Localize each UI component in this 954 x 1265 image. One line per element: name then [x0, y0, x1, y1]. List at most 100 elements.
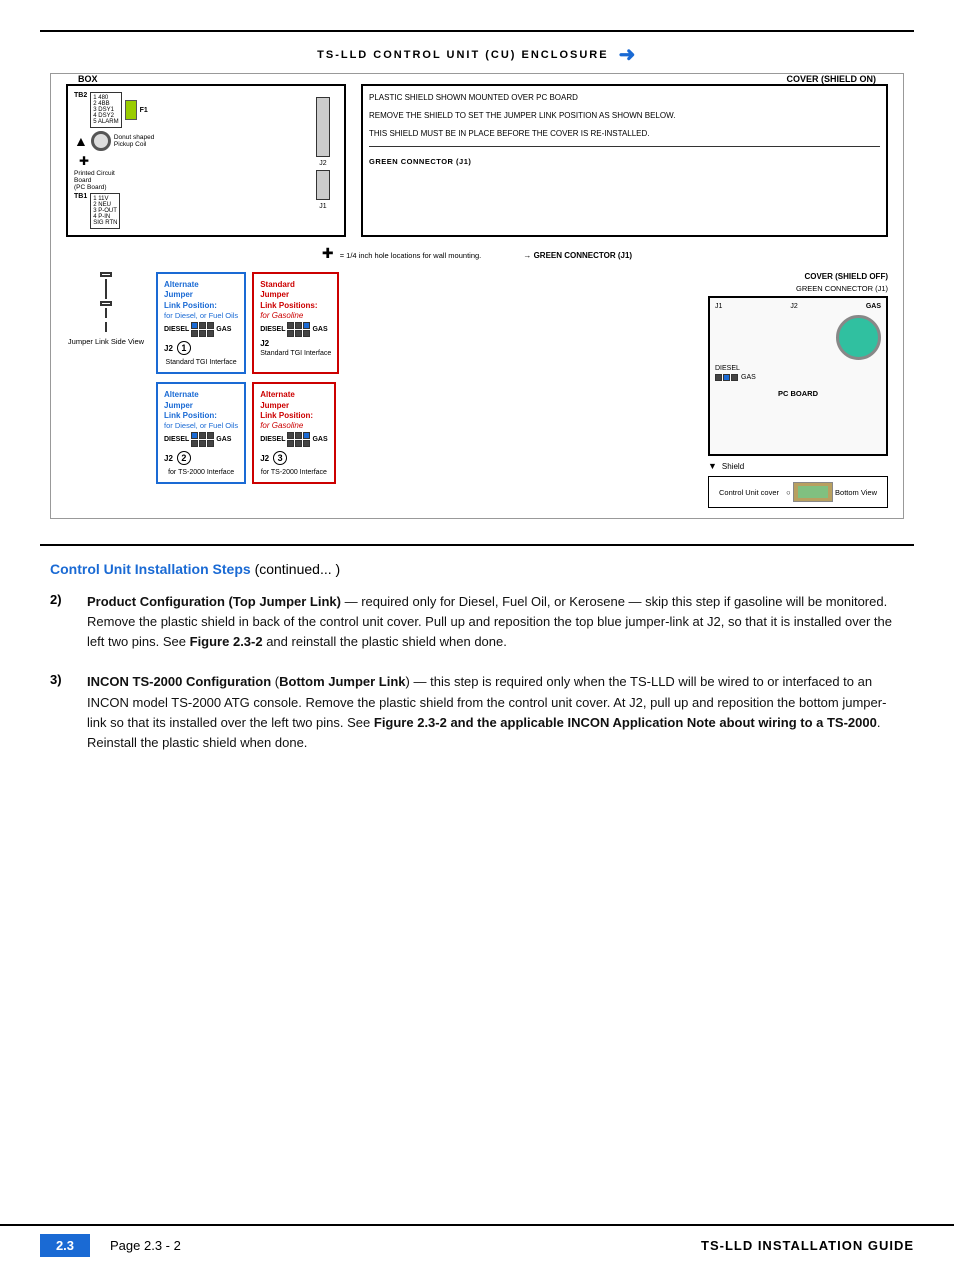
diagram-wrapper: TS-LLD CONTROL UNIT (CU) ENCLOSURE ➜ BOX… [40, 32, 914, 529]
pin [295, 330, 302, 337]
wall-mount-text: = 1/4 inch hole locations for wall mount… [340, 251, 482, 260]
pcb-gas: GAS [866, 303, 881, 310]
pin [199, 322, 206, 329]
pin [191, 432, 198, 439]
box-inner: TB2 1 480 2 4BB 3 DSY1 4 DSY2 5 ALARM [74, 92, 338, 229]
pin [199, 330, 206, 337]
group3-j2-row: J2 2 [164, 449, 238, 467]
ctrl-cover-label: Control Unit cover ○ [719, 488, 791, 497]
tb1-label: TB1 [74, 193, 87, 200]
teal-component [836, 315, 881, 360]
coil-row: ▲ Donut shapedPickup Coil [74, 131, 302, 151]
cover-text-1: PLASTIC SHIELD SHOWN MOUNTED OVER PC BOA… [369, 92, 880, 104]
wall-mount-note: ✚ = 1/4 inch hole locations for wall mou… [66, 245, 888, 262]
top-diagram-row: BOX TB2 1 480 2 4BB 3 DSY1 [66, 84, 888, 237]
jlink-stem2 [105, 308, 107, 318]
pin [191, 440, 198, 447]
group4-diesel-label: DIESEL [260, 436, 285, 443]
group2-diesel-label: DIESEL [260, 326, 285, 333]
pcb-pins: GAS [715, 374, 881, 381]
section-heading: Control Unit Installation Steps (continu… [50, 561, 904, 577]
step-2: 2) Product Configuration (Top Jumper Lin… [50, 592, 904, 652]
pc-board-right: COVER (SHIELD OFF) GREEN CONNECTOR (J1) … [708, 272, 888, 508]
content-section: Control Unit Installation Steps (continu… [50, 561, 904, 753]
pin [287, 440, 294, 447]
group4-pins [287, 432, 310, 447]
group2-pins [287, 322, 310, 337]
pcb-visual: J1 J2 GAS DIESEL [708, 296, 888, 456]
pcb-col: TB2 1 480 2 4BB 3 DSY1 4 DSY2 5 ALARM [74, 92, 302, 229]
group4-title: Alternate Jumper Link Position: [260, 390, 327, 421]
pcb-j2-label2: J2 [790, 303, 797, 310]
pc-board-label: PC BOARD [715, 389, 881, 398]
pin [287, 330, 294, 337]
group3-circle: 2 [177, 451, 191, 465]
tb2-component: 1 480 2 4BB 3 DSY1 4 DSY2 5 ALARM [90, 92, 121, 128]
footer-guide-title: TS-LLD INSTALLATION GUIDE [701, 1238, 914, 1253]
pin [303, 432, 310, 439]
step-2-content: Product Configuration (Top Jumper Link) … [87, 592, 904, 652]
step-3: 3) INCON TS-2000 Configuration (Bottom J… [50, 672, 904, 753]
group3-interface: for TS-2000 Interface [164, 469, 238, 476]
group2-interface: Standard TGI Interface [260, 350, 331, 357]
jumper-group-1: Alternate Jumper Link Position: for Dies… [156, 272, 246, 374]
pin [199, 440, 206, 447]
j1-label: J1 [319, 203, 326, 210]
footer-page-label: Page 2.3 - 2 [110, 1238, 681, 1253]
pcb-circle-row [715, 315, 881, 360]
cover-content: PLASTIC SHIELD SHOWN MOUNTED OVER PC BOA… [369, 92, 880, 140]
pcb-top-row: J1 J2 GAS [715, 303, 881, 310]
pin [295, 440, 302, 447]
green-connector-label: GREEN CONNECTOR (J1) [369, 157, 471, 166]
group3-pins [191, 432, 214, 447]
cover-text-2: REMOVE THE SHIELD TO SET THE JUMPER LINK… [369, 110, 880, 122]
pcb-labels: DIESEL GAS [715, 365, 881, 381]
pin [207, 330, 214, 337]
group3-title: Alternate Jumper Link Position: [164, 390, 238, 421]
diagram-title: TS-LLD CONTROL UNIT (CU) ENCLOSURE ➜ [50, 42, 904, 67]
side-view-visual [66, 272, 146, 332]
group3-diesel-label: DIESEL [164, 436, 189, 443]
group1-pins [191, 322, 214, 337]
plus-icon: ✚ [322, 245, 334, 261]
pcb-board-label: Printed CircuitBoard(PC Board) [74, 170, 302, 191]
middle-diagram-row: Jumper Link Side View Alternate Jumper [66, 272, 888, 508]
group4-gas-label: GAS [312, 436, 327, 443]
jlink-stem [105, 279, 107, 299]
heading-main: Control Unit Installation Steps [50, 561, 251, 577]
bottom-view-label: Bottom View [835, 488, 877, 497]
inner-block [798, 486, 828, 498]
group1-j2-row: J2 1 [164, 339, 238, 357]
group2-connector: DIESEL [260, 322, 331, 337]
right-connectors: J2 J1 [308, 92, 338, 229]
step-3-num: 3) [50, 672, 75, 687]
pin [207, 322, 214, 329]
up-arrow: ▲ [74, 133, 88, 149]
green-connector-j1-2: GREEN CONNECTOR (J1) [708, 284, 888, 293]
shield-row: ▼ Shield [708, 461, 888, 471]
top-jumper-row: Alternate Jumper Link Position: for Dies… [156, 272, 698, 374]
group4-j2-row: J2 3 [260, 449, 327, 467]
left-jumper-groups: Alternate Jumper Link Position: for Dies… [156, 272, 698, 508]
group1-gas-label: GAS [216, 326, 231, 333]
cover-shield-on-label: COVER (SHIELD ON) [784, 74, 878, 84]
group3-connector: DIESEL [164, 432, 238, 447]
arrow-icon: ➜ [619, 42, 637, 67]
group3-subtitle: for Diesel, or Fuel Oils [164, 421, 238, 430]
cover-shield-off: COVER (SHIELD OFF) [708, 272, 888, 281]
jumper-group-2: Standard Jumper Link Positions: for Gaso… [252, 272, 339, 374]
main-diagram: BOX TB2 1 480 2 4BB 3 DSY1 [50, 73, 904, 519]
box-section: BOX TB2 1 480 2 4BB 3 DSY1 [66, 84, 346, 237]
pin [199, 432, 206, 439]
pin [191, 322, 198, 329]
pin [295, 432, 302, 439]
separator [40, 544, 914, 546]
group1-j2: J2 [164, 344, 173, 353]
fuse-f1 [125, 100, 137, 120]
group4-subtitle: for Gasoline [260, 421, 327, 430]
small-circle: ○ [786, 488, 791, 497]
group1-subtitle: for Diesel, or Fuel Oils [164, 311, 238, 320]
tb2-label: TB2 [74, 92, 87, 99]
group1-interface: Standard TGI Interface [164, 359, 238, 366]
j2-top: J2 [319, 160, 326, 167]
